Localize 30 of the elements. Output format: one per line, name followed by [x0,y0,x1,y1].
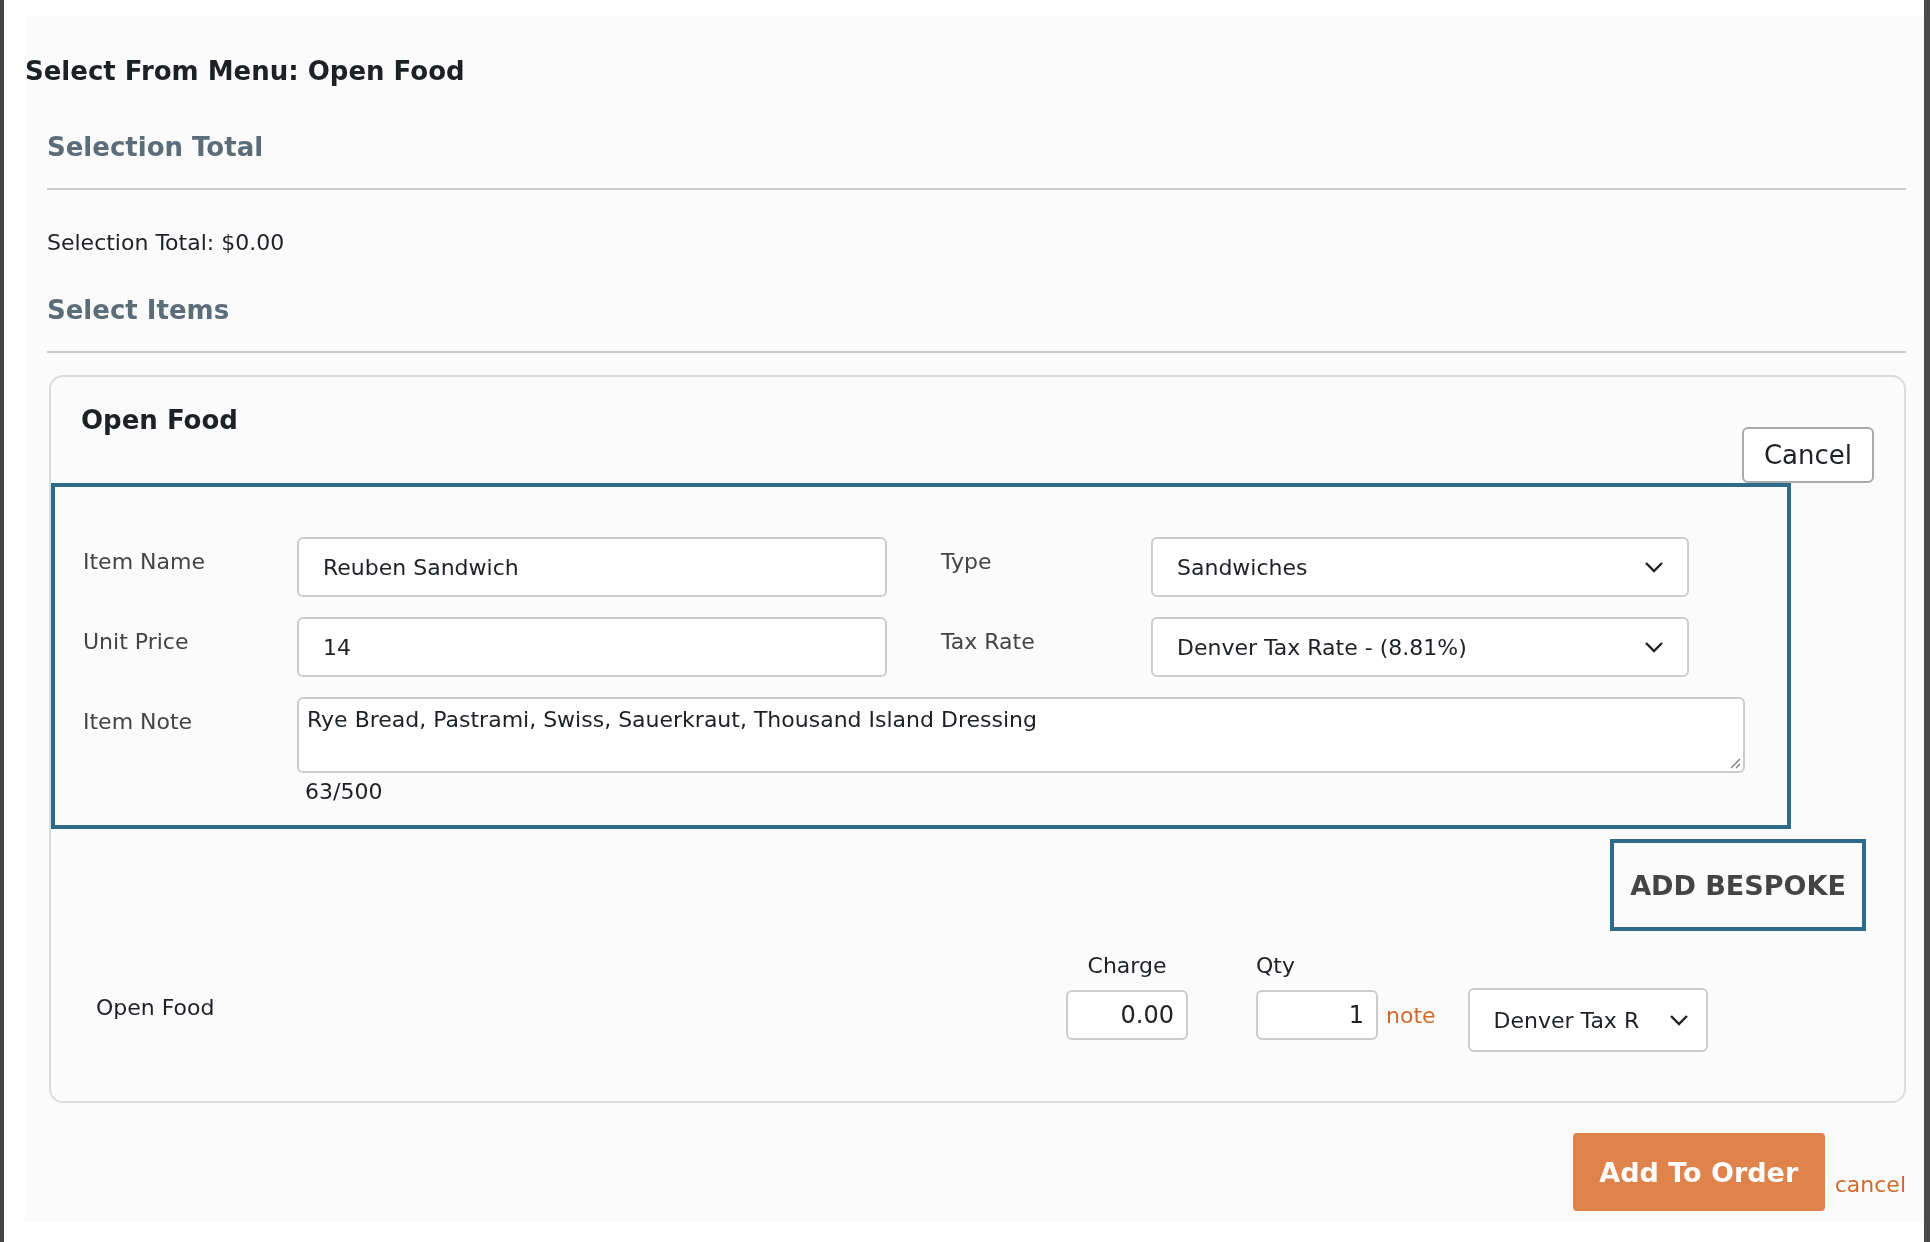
chevron-down-icon [1669,1014,1688,1026]
note-link[interactable]: note [1386,1003,1436,1028]
dialog-title: Select From Menu: Open Food [25,56,466,86]
text-input-field[interactable]: Reuben Sandwich [297,537,887,597]
item-name-text: Open Food [96,995,216,1020]
text-input-field[interactable]: 14 [297,617,887,677]
column-label: Charge [1087,953,1167,978]
charge-input-field[interactable]: 0.00 [1066,990,1188,1040]
character-counter: 63/500 [305,779,384,804]
field-label: Item Name [83,548,206,574]
quantity-input-field[interactable]: 1 [1256,990,1378,1040]
column-label: Qty [1256,953,1295,978]
dropdown-field[interactable]: Denver Tax Rate - (8.81%) [1151,617,1689,677]
resize-grip-icon[interactable] [1729,757,1741,769]
card-title: Open Food [81,405,238,437]
cancel-button[interactable]: Cancel [1741,427,1874,483]
chevron-down-icon [1645,641,1663,653]
note-text-area[interactable]: Rye Bread, Pastrami, Swiss, Sauerkraut, Thousand Island Dressing [297,697,1745,773]
selection-total-text: Selection Total: $0.00 [47,230,286,255]
field-label: Type [941,548,993,574]
field-label: Unit Price [83,628,190,654]
dropdown-field[interactable]: Sandwiches [1151,537,1689,597]
tax-dropdown[interactable]: Denver Tax R [1467,988,1708,1052]
section-heading: Select Items [47,295,231,325]
chevron-down-icon [1645,561,1663,573]
field-label: Tax Rate [941,628,1036,654]
field-label: Item Note [83,708,194,736]
cancel-link[interactable]: cancel [1834,1172,1906,1197]
add-bespoke-button[interactable]: ADD BESPOKE [1610,839,1866,931]
section-heading: Selection Total [47,132,265,162]
